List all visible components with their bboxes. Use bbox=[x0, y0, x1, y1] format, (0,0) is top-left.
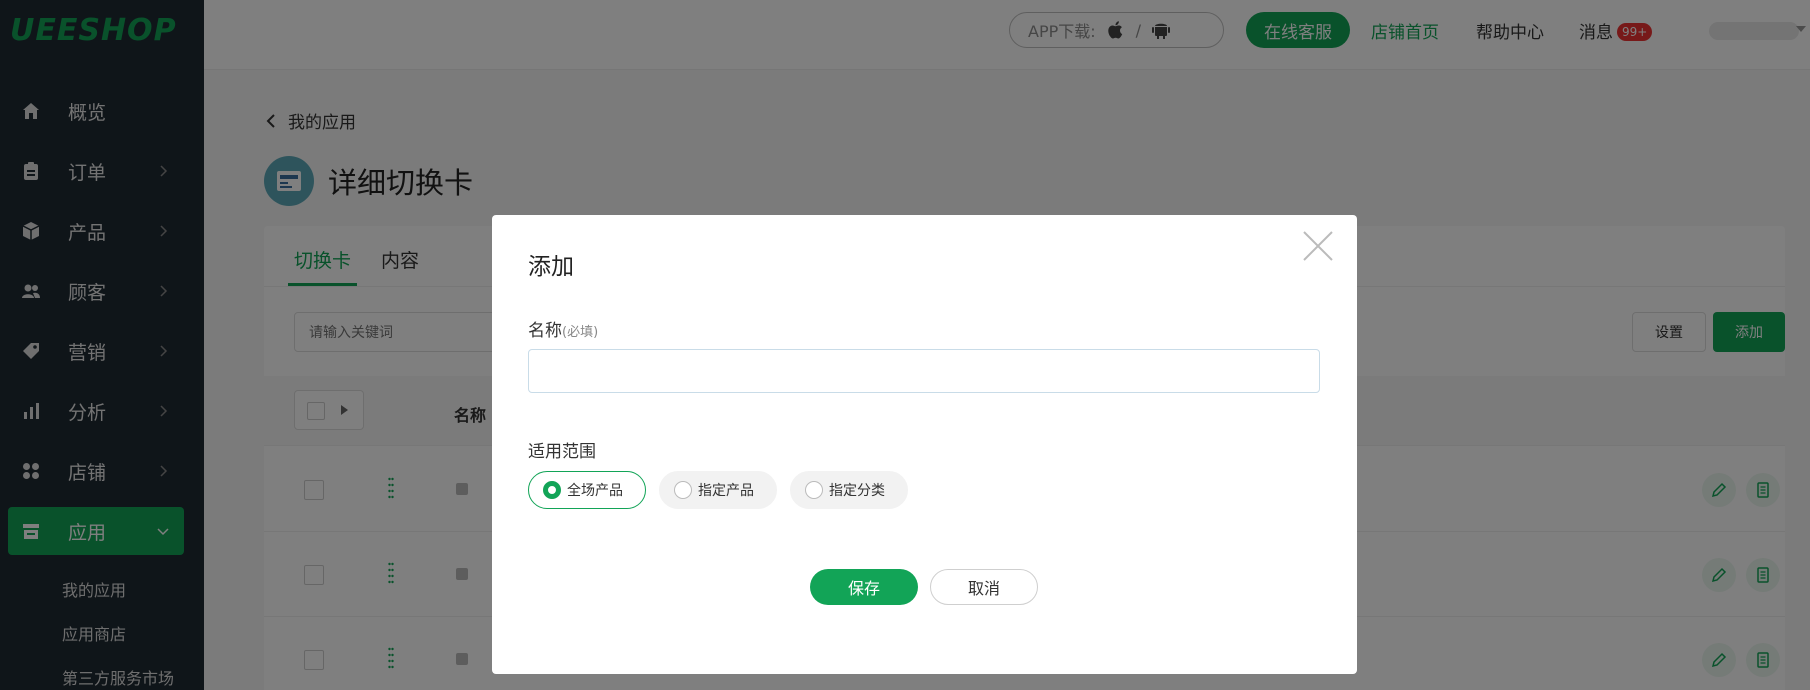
radio-unchecked-icon bbox=[674, 481, 692, 499]
name-field-label: 名称(必填) bbox=[528, 316, 598, 341]
required-hint: (必填) bbox=[562, 325, 599, 340]
name-input[interactable] bbox=[528, 349, 1320, 393]
add-dialog: 添加 名称(必填) 适用范围 全场产品 指定产品 指定分类 保存 取消 bbox=[492, 215, 1357, 674]
scope-option-label: 指定产品 bbox=[698, 483, 754, 499]
scope-label: 适用范围 bbox=[528, 442, 596, 462]
name-label-text: 名称 bbox=[528, 321, 562, 341]
scope-option-specific-products[interactable]: 指定产品 bbox=[659, 471, 777, 509]
save-button[interactable]: 保存 bbox=[810, 569, 918, 605]
scope-option-specific-category[interactable]: 指定分类 bbox=[790, 471, 908, 509]
radio-checked-icon bbox=[543, 481, 561, 499]
dialog-title: 添加 bbox=[528, 254, 574, 280]
scope-option-label: 指定分类 bbox=[829, 483, 885, 499]
close-icon[interactable] bbox=[1301, 229, 1335, 263]
cancel-button[interactable]: 取消 bbox=[930, 569, 1038, 605]
radio-unchecked-icon bbox=[805, 481, 823, 499]
scope-option-all-products[interactable]: 全场产品 bbox=[528, 471, 646, 509]
scope-option-label: 全场产品 bbox=[567, 483, 623, 499]
scope-radio-group: 全场产品 指定产品 指定分类 bbox=[528, 471, 921, 509]
